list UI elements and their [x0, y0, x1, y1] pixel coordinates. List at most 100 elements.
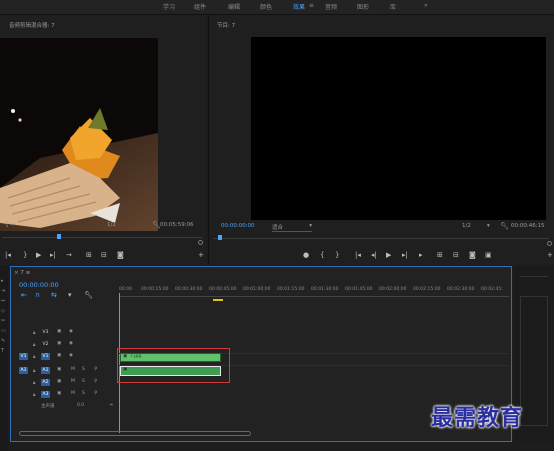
snap-icon[interactable]: ∩ — [35, 291, 40, 299]
program-monitor-title: 节目: 7 — [217, 23, 236, 29]
program-current-timecode[interactable]: 00:00:00:00 — [221, 223, 255, 229]
ruler-tick: 00:01:30:00 — [311, 287, 339, 292]
program-fit-value: 适合 — [272, 225, 284, 231]
solo-button[interactable]: S — [82, 391, 85, 396]
lift-icon[interactable]: ⊞ — [437, 251, 443, 259]
source-playhead[interactable] — [57, 234, 61, 239]
mic-icon[interactable]: ⚲ — [94, 367, 97, 372]
go-to-in-icon[interactable]: |◂ — [355, 251, 361, 259]
ruler-tick: 00:01:45:00 — [345, 287, 373, 292]
mute-button[interactable]: M — [71, 379, 75, 384]
lock-icon[interactable]: 🔒︎ — [33, 354, 35, 360]
audio-meter — [520, 296, 548, 426]
play-icon[interactable]: ▶ — [36, 251, 41, 259]
timeline-title[interactable]: × 7 ≡ — [14, 270, 30, 276]
program-scrub-bar[interactable] — [213, 238, 549, 239]
track-v2-label[interactable]: V2 — [41, 341, 50, 348]
source-zoom[interactable]: 1/2 — [107, 222, 116, 228]
mark-out-icon[interactable]: } — [23, 251, 27, 259]
lock-icon[interactable]: 🔒︎ — [33, 342, 35, 348]
mic-icon[interactable]: ⚲ — [94, 379, 97, 384]
go-to-end-icon[interactable]: ⇥ — [109, 403, 113, 408]
step-forward-icon[interactable]: ▸| — [402, 251, 408, 259]
audio-clip[interactable]: ▣ — [120, 366, 221, 376]
program-zoom-chevron-icon[interactable]: ▾ — [487, 223, 490, 229]
tab-editing[interactable]: 编辑 — [228, 2, 240, 11]
lock-icon[interactable]: 🔒︎ — [33, 330, 35, 336]
tab-assembly[interactable]: 组件 — [194, 2, 206, 11]
mark-out-icon[interactable]: } — [335, 251, 339, 259]
lock-icon[interactable]: 🔒︎ — [33, 368, 35, 374]
tab-libraries[interactable]: 库 — [390, 2, 396, 11]
add-button-icon[interactable]: + — [198, 251, 204, 259]
source-v1-patch[interactable]: V1 — [19, 353, 28, 360]
go-to-out-icon[interactable]: ▸ — [419, 251, 423, 259]
source-a1-patch[interactable]: A1 — [19, 367, 28, 374]
mark-in-icon[interactable]: { — [320, 251, 324, 259]
sync-icon[interactable]: ▣ — [57, 367, 61, 372]
film-icon[interactable]: ▣ — [57, 341, 61, 346]
overwrite-icon[interactable]: ⊟ — [101, 251, 107, 259]
go-out-icon[interactable]: → — [66, 251, 72, 259]
program-fit-select[interactable]: 适合 ▾ — [272, 223, 312, 232]
source-scroll-end[interactable] — [198, 240, 203, 245]
add-marker-icon[interactable]: ▾ — [68, 291, 72, 299]
master-volume-value[interactable]: 0.0 — [77, 403, 84, 408]
track-v1-label[interactable]: V1 — [41, 353, 50, 360]
add-marker-icon[interactable]: ● — [303, 251, 309, 259]
tools-icons[interactable]: ▸ ⇥ ⇔ ◇ ✂︎ ▭ ✎ T — [1, 276, 6, 356]
marker-in-icon[interactable]: { ↔ — [5, 221, 16, 228]
track-a3-label[interactable]: A3 — [41, 391, 50, 398]
timeline-horizontal-scrollbar[interactable] — [19, 431, 251, 436]
step-forward-icon[interactable]: ▸| — [50, 251, 56, 259]
timeline-ruler[interactable]: 00:00 00:00:15:00 00:00:30:00 00:00:45:0… — [119, 287, 509, 295]
mic-icon[interactable]: ⚲ — [94, 391, 97, 396]
program-zoom[interactable]: 1/2 — [462, 223, 471, 229]
sync-icon[interactable]: ▣ — [57, 391, 61, 396]
ruler-baseline — [119, 296, 509, 297]
tab-learn[interactable]: 学习 — [163, 2, 175, 11]
more-workspaces-icon[interactable]: » — [424, 2, 428, 9]
source-scrub-bar[interactable] — [2, 237, 202, 238]
insert-sequence-icon[interactable]: ⇤ — [21, 291, 27, 299]
solo-button[interactable]: S — [82, 379, 85, 384]
add-button-icon[interactable]: + — [547, 251, 553, 259]
ruler-tick: 00:00:45:00 — [209, 287, 237, 292]
eye-icon[interactable]: ◉ — [69, 329, 73, 334]
track-v3-label[interactable]: V3 — [41, 329, 50, 336]
insert-icon[interactable]: ⊞ — [86, 251, 92, 259]
program-monitor-panel: 节目: 7 00:00:00:00 适合 ▾ 1/2 ▾ 🔧︎ 00:00:46:… — [208, 15, 554, 265]
sync-icon[interactable]: ▣ — [57, 379, 61, 384]
lock-icon[interactable]: 🔒︎ — [33, 392, 35, 398]
mute-button[interactable]: M — [71, 367, 75, 372]
tab-audio[interactable]: 音频 — [325, 2, 337, 11]
eye-icon[interactable]: ◉ — [69, 341, 73, 346]
ruler-tick: 00:02:00:00 — [379, 287, 407, 292]
film-icon[interactable]: ▣ — [57, 353, 61, 358]
track-a1-label[interactable]: A1 — [41, 367, 50, 374]
extract-icon[interactable]: ⊟ — [453, 251, 459, 259]
program-scroll-end[interactable] — [547, 241, 552, 246]
program-playhead[interactable] — [218, 235, 222, 240]
solo-button[interactable]: S — [82, 367, 85, 372]
program-wrench-icon[interactable]: 🔧︎ — [500, 222, 509, 230]
timeline-wrench-icon[interactable]: 🔧︎ — [84, 291, 93, 299]
comparison-view-icon[interactable]: ▣ — [485, 251, 492, 259]
tab-color[interactable]: 颜色 — [260, 2, 272, 11]
mute-button[interactable]: M — [71, 391, 75, 396]
timeline-timecode[interactable]: 00:00:00:00 — [19, 281, 59, 289]
step-back-in-icon[interactable]: |◂ — [5, 251, 11, 259]
tab-graphics[interactable]: 图形 — [357, 2, 369, 11]
lock-icon[interactable]: 🔒︎ — [33, 380, 35, 386]
track-a2-label[interactable]: A2 — [41, 379, 50, 386]
tab-effects[interactable]: 效果 — [293, 2, 305, 11]
play-icon[interactable]: ▶ — [386, 251, 391, 259]
effects-menu-icon[interactable]: ≡ — [309, 2, 314, 9]
camera-icon[interactable]: ◙ — [117, 251, 124, 259]
export-frame-icon[interactable]: ◙ — [469, 251, 476, 259]
linked-selection-icon[interactable]: ⇆ — [51, 291, 57, 299]
video-clip[interactable]: ▣ 7.jpg — [120, 353, 221, 362]
eye-icon[interactable]: ◉ — [69, 353, 73, 358]
film-icon[interactable]: ▣ — [57, 329, 61, 334]
step-back-icon[interactable]: ◂| — [371, 251, 377, 259]
